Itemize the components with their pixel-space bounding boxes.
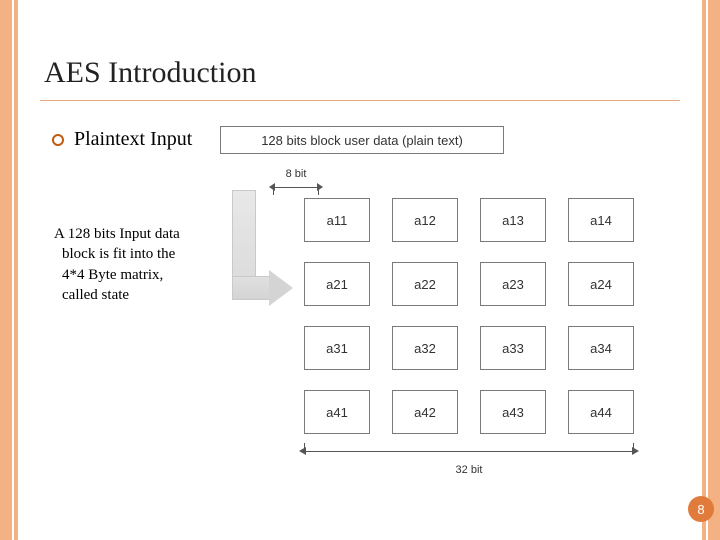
frame-right xyxy=(706,0,720,540)
state-matrix: a11 a12 a13 a14 a21 a22 a23 a24 a31 a32 … xyxy=(304,198,634,434)
row-width-label: 32 bit xyxy=(304,464,634,476)
matrix-cell: a11 xyxy=(304,198,370,242)
matrix-cell: a42 xyxy=(392,390,458,434)
row-width-indicator: 32 bit xyxy=(304,448,634,476)
row-width-bracket-icon xyxy=(304,448,634,458)
para-line: 4*4 Byte matrix, xyxy=(54,265,234,285)
flow-arrow-icon xyxy=(228,190,288,318)
slide: AES Introduction Plaintext Input 128 bit… xyxy=(0,0,720,540)
byte-width-label: 8 bit xyxy=(272,168,320,180)
frame-left xyxy=(0,0,14,540)
matrix-cell: a41 xyxy=(304,390,370,434)
matrix-cell: a33 xyxy=(480,326,546,370)
matrix-cell: a22 xyxy=(392,262,458,306)
matrix-cell: a44 xyxy=(568,390,634,434)
matrix-cell: a14 xyxy=(568,198,634,242)
matrix-cell: a43 xyxy=(480,390,546,434)
matrix-cell: a24 xyxy=(568,262,634,306)
matrix-cell: a23 xyxy=(480,262,546,306)
matrix-cell: a12 xyxy=(392,198,458,242)
matrix-cell: a32 xyxy=(392,326,458,370)
page-title: AES Introduction xyxy=(44,56,256,90)
plaintext-caption: 128 bits block user data (plain text) xyxy=(220,126,504,154)
description-paragraph: A 128 bits Input data block is fit into … xyxy=(54,224,234,305)
para-line: called state xyxy=(54,285,234,305)
para-line: block is fit into the xyxy=(54,244,234,264)
matrix-cell: a13 xyxy=(480,198,546,242)
bullet-row: Plaintext Input xyxy=(52,128,192,151)
para-line: A 128 bits Input data xyxy=(54,226,180,242)
title-underline xyxy=(40,100,680,101)
bullet-icon xyxy=(52,134,64,146)
page-number-badge: 8 xyxy=(688,496,714,522)
matrix-cell: a31 xyxy=(304,326,370,370)
matrix-cell: a21 xyxy=(304,262,370,306)
matrix-cell: a34 xyxy=(568,326,634,370)
bullet-label: Plaintext Input xyxy=(74,128,192,151)
